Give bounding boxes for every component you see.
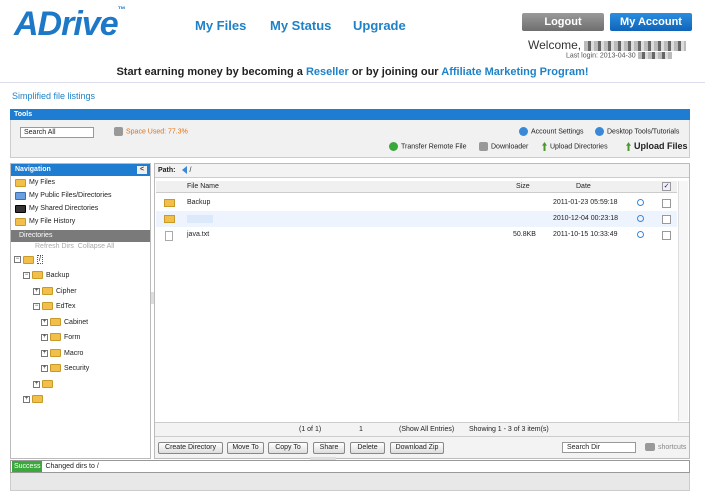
table-row[interactable]: Backup 2011-01-23 05:59:18 bbox=[156, 195, 677, 211]
text-file-icon bbox=[165, 231, 173, 241]
path-bar: Path: / bbox=[155, 164, 689, 178]
collapse-all-link[interactable]: Collapse All bbox=[78, 243, 115, 250]
status-message: Changed dirs to / bbox=[45, 463, 99, 470]
folder-icon bbox=[164, 199, 175, 207]
preview-icon[interactable] bbox=[637, 215, 644, 222]
promo-banner: Start earning money by becoming a Resell… bbox=[116, 66, 589, 78]
share-button[interactable]: Share bbox=[313, 442, 345, 454]
nav-item-public-files[interactable]: My Public Files/Directories bbox=[11, 189, 150, 202]
username-redacted bbox=[584, 40, 687, 51]
info-icon bbox=[595, 127, 604, 136]
preview-icon[interactable] bbox=[637, 199, 644, 206]
upload-directories-link[interactable]: Upload Directories bbox=[542, 142, 608, 151]
nav-my-files[interactable]: My Files bbox=[195, 18, 246, 33]
transfer-remote-link[interactable]: Transfer Remote File bbox=[389, 142, 466, 151]
tree-node-edtex[interactable]: − EdTex bbox=[33, 302, 75, 310]
row-checkbox[interactable] bbox=[662, 199, 671, 208]
row-checkbox[interactable] bbox=[662, 231, 671, 240]
desktop-tools-link[interactable]: Desktop Tools/Tutorials bbox=[595, 127, 679, 136]
tree-controls: Refresh Dirs Collapse All bbox=[11, 242, 150, 251]
downloader-link[interactable]: Downloader bbox=[479, 142, 528, 151]
directories-header: Directories bbox=[11, 230, 150, 242]
column-file-name[interactable]: File Name bbox=[187, 183, 219, 190]
footer-bar bbox=[10, 473, 690, 491]
navigation-header: Navigation < bbox=[11, 164, 150, 176]
tree-node-unnamed[interactable]: + bbox=[23, 395, 46, 403]
header-divider bbox=[0, 82, 705, 83]
shared-folder-icon bbox=[15, 204, 26, 213]
simplified-listings-link[interactable]: Simplified file listings bbox=[12, 91, 95, 101]
folder-icon bbox=[15, 178, 26, 187]
info-icon bbox=[519, 127, 528, 136]
welcome-text: Welcome, bbox=[528, 38, 687, 52]
back-arrow-icon[interactable] bbox=[181, 166, 187, 175]
action-bar: Create Directory Move To Copy To Share D… bbox=[155, 436, 689, 458]
folder-icon bbox=[15, 217, 26, 226]
tools-header: Tools bbox=[10, 109, 690, 120]
tree-node-cabinet[interactable]: + Cabinet bbox=[41, 318, 88, 326]
nav-item-file-history[interactable]: My File History bbox=[11, 215, 150, 228]
column-size[interactable]: Size bbox=[516, 183, 530, 190]
plus-icon bbox=[389, 142, 398, 151]
refresh-dirs-link[interactable]: Refresh Dirs bbox=[35, 243, 74, 250]
tree-node-form[interactable]: + Form bbox=[41, 333, 80, 341]
table-row[interactable]: java.txt 50.8KB 2011-10-15 10:33:49 bbox=[156, 227, 677, 243]
upload-arrow-icon bbox=[626, 142, 631, 152]
table-header: File Name Size Date ✓ bbox=[156, 181, 677, 193]
show-all-link[interactable]: (Show All Entries) bbox=[399, 426, 454, 433]
my-account-button[interactable]: My Account bbox=[610, 13, 692, 31]
folder-icon bbox=[164, 215, 175, 223]
redacted-folder-name[interactable] bbox=[187, 215, 213, 223]
downloader-icon bbox=[479, 142, 488, 151]
adrive-logo[interactable]: ADrive™ bbox=[14, 5, 126, 44]
collapse-nav-button[interactable]: < bbox=[137, 166, 147, 174]
page-count: (1 of 1) bbox=[299, 426, 322, 433]
nav-item-my-files[interactable]: My Files bbox=[11, 176, 150, 189]
vertical-scrollbar[interactable] bbox=[678, 181, 688, 421]
upload-arrow-icon bbox=[542, 142, 547, 151]
success-badge: Success bbox=[12, 461, 43, 472]
tools-panel bbox=[10, 120, 690, 158]
file-list-panel: Path: / File Name Size Date ✓ Backup 2011… bbox=[154, 163, 690, 459]
column-date[interactable]: Date bbox=[576, 183, 591, 190]
shortcuts-link[interactable]: shortcuts bbox=[645, 443, 686, 451]
nav-my-status[interactable]: My Status bbox=[270, 18, 331, 33]
create-directory-button[interactable]: Create Directory bbox=[158, 442, 223, 454]
search-dir-input[interactable]: Search Dir bbox=[562, 442, 636, 453]
download-zip-button[interactable]: Download Zip bbox=[390, 442, 444, 454]
row-checkbox[interactable] bbox=[662, 215, 671, 224]
copy-to-button[interactable]: Copy To bbox=[268, 442, 308, 454]
navigation-panel: Navigation < My Files My Public Files/Dir… bbox=[10, 163, 151, 459]
page-input[interactable]: 1 bbox=[359, 426, 363, 433]
status-bar: Success Changed dirs to / bbox=[10, 460, 690, 473]
tree-node-backup[interactable]: − Backup bbox=[23, 271, 69, 279]
showing-count: Showing 1 - 3 of 3 item(s) bbox=[469, 426, 549, 433]
account-settings-link[interactable]: Account Settings bbox=[519, 127, 584, 136]
delete-button[interactable]: Delete bbox=[350, 442, 385, 454]
pager-bar: (1 of 1) 1 (Show All Entries) Showing 1 … bbox=[155, 422, 689, 436]
affiliate-link[interactable]: Affiliate Marketing Program! bbox=[441, 66, 588, 78]
search-all-input[interactable]: Search All bbox=[20, 127, 94, 138]
tree-node-security[interactable]: + Security bbox=[41, 364, 89, 372]
tree-node-root[interactable]: − / bbox=[14, 255, 43, 264]
move-to-button[interactable]: Move To bbox=[227, 442, 264, 454]
nav-upgrade[interactable]: Upgrade bbox=[353, 18, 406, 33]
tree-node-macro[interactable]: + Macro bbox=[41, 349, 83, 357]
preview-icon[interactable] bbox=[637, 231, 644, 238]
select-all-checkbox[interactable]: ✓ bbox=[662, 182, 671, 191]
reseller-link[interactable]: Reseller bbox=[306, 66, 349, 78]
disk-icon bbox=[114, 127, 123, 136]
tree-node-cipher[interactable]: + Cipher bbox=[33, 287, 77, 295]
last-login: Last login: 2013-04-30 bbox=[566, 52, 672, 59]
nav-item-shared-dirs[interactable]: My Shared Directories bbox=[11, 202, 150, 215]
logout-button[interactable]: Logout bbox=[522, 13, 604, 31]
login-time-redacted bbox=[637, 52, 672, 59]
tree-node-unnamed[interactable]: + bbox=[33, 380, 56, 388]
upload-files-link[interactable]: Upload Files bbox=[626, 141, 688, 152]
space-used: Space Used: 77.3% bbox=[114, 127, 188, 136]
public-folder-icon bbox=[15, 191, 26, 200]
path-value: / bbox=[189, 167, 192, 174]
keyboard-icon bbox=[645, 443, 655, 451]
table-row[interactable]: 2010-12-04 00:23:18 bbox=[156, 211, 677, 227]
